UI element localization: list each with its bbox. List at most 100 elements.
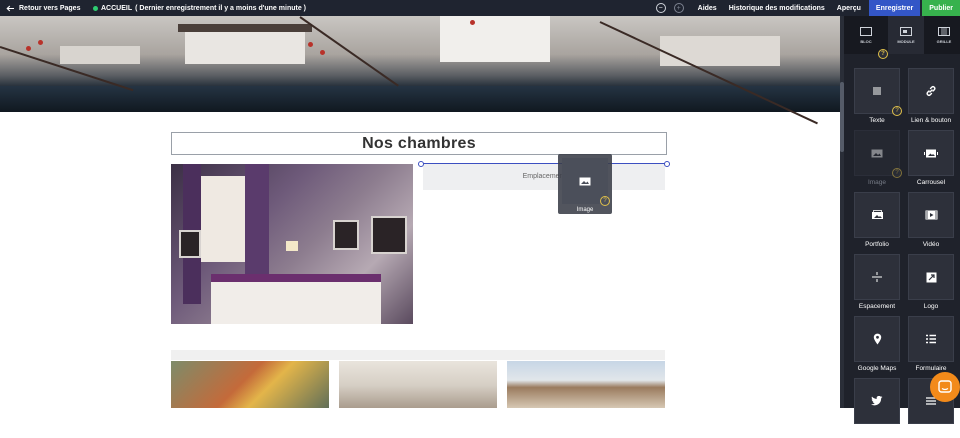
module-image[interactable]: ? Image — [854, 130, 902, 190]
module-text[interactable]: ? Texte — [854, 68, 902, 128]
image-icon — [871, 149, 883, 157]
help-badge[interactable]: ? — [892, 168, 902, 178]
module-logo-tile — [908, 254, 954, 300]
module-icon — [900, 26, 912, 36]
twitter-icon — [871, 396, 883, 406]
gallery-photo-3[interactable] — [507, 361, 665, 408]
module-link-label: Lien & bouton — [910, 117, 952, 124]
module-text-label: Texte — [869, 117, 885, 124]
module-link-button[interactable]: Lien & bouton — [908, 68, 954, 128]
module-form-tile — [908, 316, 954, 362]
drop-indicator-line — [421, 163, 667, 164]
tab-module[interactable]: MODULE — [888, 16, 924, 54]
module-google-maps[interactable]: Google Maps — [854, 316, 900, 376]
top-bar-actions: − + Aides Historique des modifications A… — [655, 0, 960, 16]
zoom-controls: − + — [655, 3, 684, 13]
module-video[interactable]: Vidéo — [908, 192, 954, 252]
banner-berry — [38, 40, 43, 45]
wall-frame — [179, 230, 201, 258]
room-bed — [211, 274, 381, 324]
bloc-icon — [860, 26, 872, 36]
history-link[interactable]: Historique des modifications — [729, 5, 825, 12]
module-link-tile — [908, 68, 954, 114]
gallery-photo-2[interactable] — [339, 361, 497, 408]
panel-tabs: BLOC ? MODULE GRILLE — [844, 16, 960, 59]
form-icon — [926, 334, 936, 344]
zoom-in-button[interactable]: + — [673, 3, 684, 13]
help-link[interactable]: Aides — [698, 5, 717, 12]
banner-building — [185, 30, 305, 64]
module-spacing[interactable]: Espacement — [854, 254, 900, 314]
grid-icon — [938, 26, 950, 36]
help-badge[interactable]: ? — [892, 106, 902, 116]
image-icon — [579, 177, 591, 185]
module-maps-tile — [854, 316, 900, 362]
publish-button[interactable]: Publier — [922, 0, 960, 16]
portfolio-icon — [871, 210, 883, 219]
banner-building — [660, 36, 780, 66]
tab-grille[interactable]: GRILLE — [926, 16, 960, 54]
drop-indicator-handle — [664, 161, 670, 167]
module-form[interactable]: Formulaire — [908, 316, 954, 376]
logo-icon — [926, 272, 936, 282]
map-pin-icon — [873, 333, 881, 345]
banner-water — [0, 86, 840, 112]
module-video-label: Vidéo — [922, 241, 940, 248]
section-title[interactable]: Nos chambres — [171, 132, 667, 155]
module-spacing-tile — [854, 254, 900, 300]
module-spacing-label: Espacement — [858, 303, 896, 310]
module-logo[interactable]: Logo — [908, 254, 954, 314]
module-twitter-tile — [854, 378, 900, 424]
chat-icon — [938, 380, 952, 393]
save-button[interactable]: Enregistrer — [868, 0, 921, 16]
spacing-icon — [872, 272, 882, 282]
room-window — [197, 176, 247, 262]
back-to-pages-link[interactable]: Retour vers Pages — [6, 0, 80, 16]
image-drop-placeholder[interactable]: Emplacement — [423, 163, 665, 190]
banner-berry — [308, 42, 313, 47]
module-portfolio-label: Portfolio — [865, 241, 889, 248]
dragged-module-label: Image — [576, 207, 594, 213]
top-bar: Retour vers Pages ACCUEIL ( Dernier enre… — [0, 0, 960, 16]
module-image-label: Image — [867, 179, 887, 186]
tab-module-label: MODULE — [897, 38, 915, 44]
chat-support-button[interactable] — [930, 372, 960, 402]
text-icon — [873, 87, 881, 95]
help-badge[interactable]: ? — [600, 196, 610, 206]
page-name: ACCUEIL — [101, 4, 133, 12]
gallery-photo-1[interactable] — [171, 361, 329, 408]
zoom-out-button[interactable]: − — [655, 3, 666, 13]
banner-berry — [26, 46, 31, 51]
gallery-section-band — [171, 350, 665, 360]
module-carousel[interactable]: Carrousel — [908, 130, 954, 190]
module-logo-label: Logo — [923, 303, 939, 310]
banner-berry — [470, 20, 475, 25]
module-maps-label: Google Maps — [857, 365, 897, 372]
help-badge[interactable]: ? — [878, 49, 888, 59]
saved-status-dot — [93, 5, 98, 11]
module-portfolio-tile — [854, 192, 900, 238]
banner-building — [440, 16, 550, 62]
module-portfolio[interactable]: Portfolio — [854, 192, 900, 252]
dragged-image-module[interactable]: ? Image — [558, 154, 612, 214]
module-carousel-label: Carrousel — [916, 179, 946, 186]
link-icon — [926, 86, 936, 96]
wall-frame — [371, 216, 407, 254]
preview-link[interactable]: Aperçu — [837, 5, 861, 12]
banner-branch — [299, 16, 399, 87]
banner-roof — [178, 24, 312, 32]
module-form-label: Formulaire — [915, 365, 947, 372]
module-panel: BLOC ? MODULE GRILLE ? Texte Lien & bout… — [844, 16, 960, 424]
back-label: Retour vers Pages — [19, 4, 81, 12]
video-icon — [925, 210, 937, 220]
room-photo[interactable] — [171, 164, 413, 324]
save-status-text: ( Dernier enregistrement il y a moins d'… — [135, 4, 306, 12]
editor-canvas[interactable]: Nos chambres Emplacement ? Image — [0, 16, 840, 408]
arrow-left-icon — [6, 5, 14, 11]
module-carousel-tile — [908, 130, 954, 176]
carousel-icon — [924, 149, 938, 157]
tab-bloc[interactable]: BLOC ? — [848, 16, 888, 59]
module-twitter[interactable] — [854, 378, 900, 438]
page-status: ACCUEIL ( Dernier enregistrement il y a … — [93, 0, 306, 16]
banner-image[interactable] — [0, 16, 840, 125]
